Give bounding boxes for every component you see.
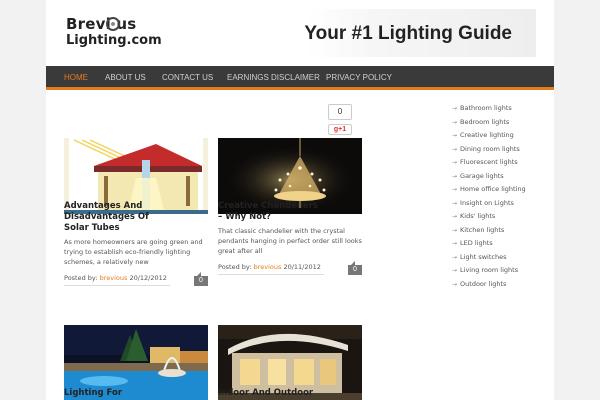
- post-title[interactable]: Creative Chandeliers – Why Not?: [218, 201, 362, 223]
- sidebar-item-label[interactable]: Home office lighting: [460, 185, 526, 193]
- sidebar-item-label[interactable]: Insight on Lights: [460, 199, 514, 207]
- posted-by-label: Posted by:: [64, 274, 98, 282]
- meta-divider: [64, 285, 170, 286]
- comment-count-badge[interactable]: 0: [194, 272, 208, 286]
- post-excerpt-line: That classic chandelier with the crystal: [218, 227, 345, 235]
- arrow-right-icon: →: [452, 199, 458, 207]
- sidebar-item-label[interactable]: Garage lights: [460, 172, 504, 180]
- post-date: 20/12/2012: [129, 274, 167, 282]
- post-author-link[interactable]: brevious: [100, 274, 128, 282]
- site-header: Brevi us Lighting.com Your #1 Lighting G…: [46, 0, 554, 66]
- page-container: Brevi us Lighting.com Your #1 Lighting G…: [46, 0, 554, 400]
- sidebar-item-label[interactable]: LED lights: [460, 239, 493, 247]
- nav-item-home[interactable]: HOME: [64, 66, 88, 90]
- sidebar-item-label[interactable]: Kids' lights: [460, 212, 495, 220]
- post-card: Lighting For: [64, 325, 208, 400]
- sidebar-item-label[interactable]: Bedroom lights: [460, 118, 509, 126]
- post-title[interactable]: Indoor And Outdoor: [218, 388, 362, 399]
- banner-tagline: Your #1 Lighting Guide: [304, 23, 512, 44]
- sidebar-item-insight-on-lights[interactable]: → Insight on Lights: [452, 197, 552, 211]
- sidebar-item-outdoor-lights[interactable]: → Outdoor lights: [452, 278, 552, 292]
- sidebar-item-bathroom-lights[interactable]: → Bathroom lights: [452, 102, 552, 116]
- logo-text-bottom: Lighting.com: [66, 33, 162, 48]
- post-meta: Posted by: brevious 20/11/2012: [218, 263, 321, 271]
- post-title-line[interactable]: Solar Tubes: [64, 223, 208, 234]
- arrow-right-icon: →: [452, 159, 458, 166]
- post-author-link[interactable]: brevious: [254, 263, 282, 271]
- arrow-right-icon: →: [452, 280, 458, 288]
- main-navigation: HOME ABOUT US CONTACT US EARNINGS DISCLA…: [46, 66, 554, 90]
- post-meta: Posted by: brevious 20/12/2012: [64, 274, 167, 282]
- sidebar-item-label[interactable]: Fluorescent lights: [460, 158, 518, 166]
- sidebar-item-label[interactable]: Light switches: [460, 253, 506, 261]
- arrow-right-icon: →: [452, 240, 458, 247]
- post-card: Advantages And Disadvantages Of Solar Tu…: [64, 138, 208, 288]
- arrow-right-icon: →: [452, 105, 458, 112]
- comment-count-badge[interactable]: 0: [348, 261, 362, 275]
- sidebar-item-label[interactable]: Bathroom lights: [460, 104, 512, 112]
- sidebar-item-garage-lights[interactable]: → Garage lights: [452, 170, 552, 184]
- share-count: 0: [328, 104, 352, 120]
- post-excerpt-line: pendants hanging in perfect order still …: [218, 237, 362, 245]
- sidebar-item-home-office-lighting[interactable]: → Home office lighting: [452, 183, 552, 197]
- sidebar-item-label[interactable]: Dining room lights: [460, 145, 520, 153]
- arrow-right-icon: →: [452, 267, 458, 274]
- post-excerpt-line: As more homeowners are going green and: [64, 238, 203, 246]
- post-title-line[interactable]: Disadvantages Of: [64, 212, 208, 223]
- sidebar-item-label[interactable]: Outdoor lights: [460, 280, 506, 288]
- nav-item-earnings-disclaimer[interactable]: EARNINGS DISCLAIMER: [227, 66, 320, 90]
- arrow-right-icon: →: [452, 186, 458, 193]
- sidebar-item-living-room-lights[interactable]: → Living room lights: [452, 264, 552, 278]
- main-content: 0 g+1 Advantages And Disadvantages Of So…: [46, 93, 554, 400]
- post-excerpt-line: great after all: [218, 247, 263, 255]
- sidebar-item-creative-lighting[interactable]: → Creative lighting: [452, 129, 552, 143]
- post-card: Creative Chandeliers – Why Not? That cla…: [218, 138, 362, 288]
- logo-lens-icon: [106, 17, 120, 31]
- sidebar-item-led-lights[interactable]: → LED lights: [452, 237, 552, 251]
- sidebar-item-label[interactable]: Kitchen lights: [460, 226, 504, 234]
- sidebar-item-label[interactable]: Creative lighting: [460, 131, 514, 139]
- arrow-right-icon: →: [452, 213, 458, 220]
- post-card: Indoor And Outdoor: [218, 325, 362, 400]
- post-excerpt-line: trying to establish eco-friendly lightin…: [64, 248, 191, 256]
- arrow-right-icon: →: [452, 226, 458, 234]
- arrow-right-icon: →: [452, 145, 458, 153]
- sidebar-item-label[interactable]: Living room lights: [460, 266, 518, 274]
- post-excerpt: That classic chandelier with the crystal…: [218, 226, 362, 256]
- arrow-right-icon: →: [452, 132, 458, 139]
- meta-divider: [218, 274, 324, 275]
- sidebar-item-dining-room-lights[interactable]: → Dining room lights: [452, 143, 552, 157]
- post-excerpt: As more homeowners are going green and t…: [64, 237, 208, 267]
- nav-item-privacy-policy[interactable]: PRIVACY POLICY: [326, 66, 392, 90]
- nav-item-contact-us[interactable]: CONTACT US: [162, 66, 213, 90]
- logo-text-top: Brevi us: [66, 15, 137, 33]
- post-title[interactable]: Advantages And Disadvantages Of Solar Tu…: [64, 201, 208, 234]
- sidebar-item-kitchen-lights[interactable]: → Kitchen lights: [452, 224, 552, 238]
- gplus-button[interactable]: g+1: [328, 124, 352, 135]
- post-title-line[interactable]: – Why Not?: [218, 212, 362, 223]
- nav-item-about-us[interactable]: ABOUT US: [105, 66, 146, 90]
- sidebar-item-bedroom-lights[interactable]: → Bedroom lights: [452, 116, 552, 130]
- site-logo[interactable]: Brevi us Lighting.com: [66, 15, 166, 51]
- arrow-right-icon: →: [452, 253, 458, 261]
- post-date: 20/11/2012: [283, 263, 321, 271]
- post-title-line[interactable]: Indoor And Outdoor: [218, 388, 362, 399]
- category-sidebar: → Bathroom lights → Bedroom lights → Creati…: [452, 102, 552, 291]
- posted-by-label: Posted by:: [218, 263, 252, 271]
- header-banner[interactable]: Your #1 Lighting Guide: [304, 9, 536, 57]
- post-excerpt-line: schemes, a relatively new: [64, 258, 149, 266]
- sidebar-item-light-switches[interactable]: → Light switches: [452, 251, 552, 265]
- post-title-line[interactable]: Lighting For: [64, 388, 208, 399]
- social-share: 0 g+1: [328, 104, 352, 135]
- post-title-line[interactable]: Creative Chandeliers: [218, 201, 362, 212]
- sidebar-item-fluorescent-lights[interactable]: → Fluorescent lights: [452, 156, 552, 170]
- sidebar-item-kids-lights[interactable]: → Kids' lights: [452, 210, 552, 224]
- arrow-right-icon: →: [452, 118, 458, 126]
- post-title-line[interactable]: Advantages And: [64, 201, 208, 212]
- arrow-right-icon: →: [452, 172, 458, 180]
- post-title[interactable]: Lighting For: [64, 388, 208, 399]
